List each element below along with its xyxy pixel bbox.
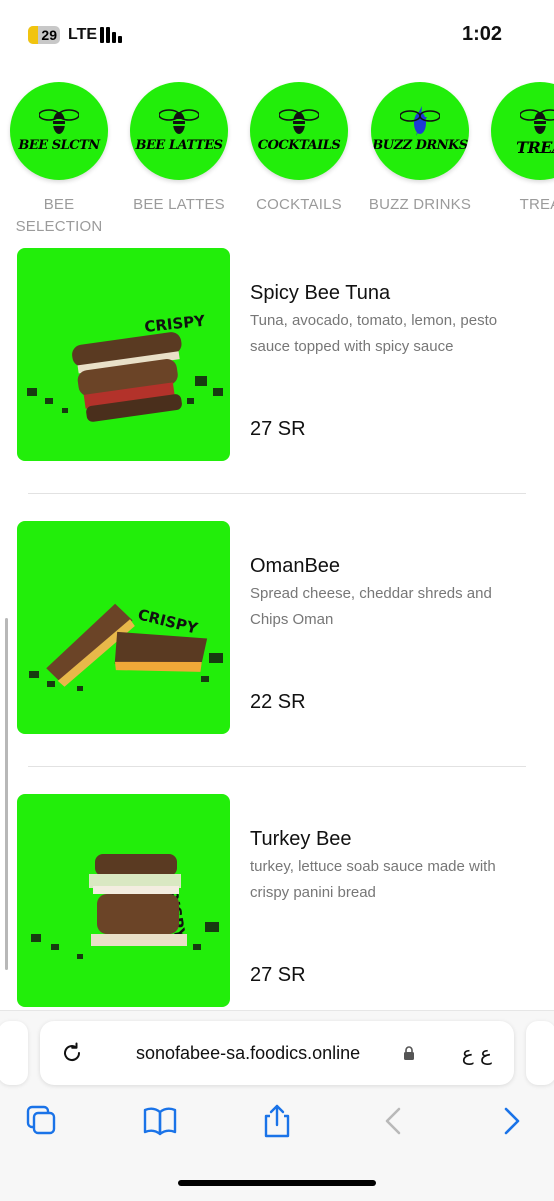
category-logo: TREA — [491, 82, 554, 180]
share-icon[interactable] — [259, 1103, 295, 1139]
bee-icon — [39, 109, 79, 134]
bee-icon — [520, 109, 554, 134]
reload-icon[interactable] — [60, 1041, 84, 1065]
category-buzz-drinks[interactable]: BUZZ DRNKS BUZZ DRINKS — [360, 82, 480, 216]
product-name: Spicy Bee Tuna — [250, 282, 391, 304]
category-logo: BEE SLCTN — [10, 82, 108, 180]
category-label: BUZZ DRINKS — [368, 196, 472, 213]
product-description: turkey, lettuce soab sauce made with cri… — [250, 858, 496, 901]
category-label: TREA — [519, 196, 554, 213]
network-type: LTE — [68, 26, 98, 43]
home-indicator[interactable] — [178, 1180, 376, 1186]
category-logo: BUZZ DRNKS — [371, 82, 469, 180]
product-price: 22 SR — [250, 691, 306, 713]
product-name: OmanBee — [250, 555, 341, 577]
product-image[interactable]: CRISPY — [17, 794, 230, 1007]
address-bar[interactable]: sonofabee-sa.foodics.online ع ع — [40, 1021, 514, 1085]
category-logo-text: BUZZ DRNKS — [372, 138, 468, 153]
back-icon[interactable] — [375, 1103, 411, 1139]
sandwich-image: CRISPY — [29, 603, 223, 691]
tabs-icon[interactable] — [24, 1103, 60, 1139]
product-description: Tuna, avocado, tomato, lemon, pesto sauc… — [250, 312, 498, 355]
sandwich-image: CRISPY — [31, 854, 219, 959]
bookmarks-icon[interactable] — [142, 1103, 178, 1139]
divider — [28, 493, 526, 494]
forward-icon[interactable] — [494, 1103, 530, 1139]
category-logo-text: BEE SLCTN — [18, 138, 100, 153]
category-logo: COCKTAILS — [250, 82, 348, 180]
category-label: BEE LATTES — [133, 196, 225, 213]
language-button[interactable]: ع ع — [462, 1041, 492, 1065]
sandwich-image: CRISPY — [27, 312, 223, 422]
category-logo-text: BEE LATTES — [135, 138, 223, 153]
product-image[interactable]: CRISPY — [17, 248, 230, 461]
category-label: COCKTAILS — [256, 196, 342, 213]
next-tab-preview[interactable] — [526, 1021, 554, 1085]
scroll-indicator[interactable] — [5, 618, 8, 970]
category-bee-selection[interactable]: BEE SLCTN BEE SELECTION — [0, 82, 119, 238]
url-text[interactable]: sonofabee-sa.foodics.online — [136, 1043, 360, 1064]
product-name: Turkey Bee — [250, 828, 352, 850]
product-image[interactable]: CRISPY — [17, 521, 230, 734]
product-price: 27 SR — [250, 418, 306, 440]
category-label: BEE SELECTION — [15, 196, 103, 235]
clock: 1:02 — [461, 23, 502, 45]
category-bee-lattes[interactable]: BEE LATTES BEE LATTES — [119, 82, 239, 216]
previous-tab-preview[interactable] — [0, 1021, 28, 1085]
bee-icon — [279, 109, 319, 134]
bee-icon — [159, 109, 199, 134]
divider — [28, 766, 526, 767]
image-caption: CRISPY — [136, 605, 200, 637]
category-logo: BEE LATTES — [130, 82, 228, 180]
category-cocktails[interactable]: COCKTAILS COCKTAILS — [239, 82, 359, 216]
product-price: 27 SR — [250, 964, 306, 986]
browser-toolbar: sonofabee-sa.foodics.online ع ع — [0, 1010, 554, 1201]
image-caption: CRISPY — [144, 312, 207, 336]
signal-icon — [100, 27, 126, 43]
lock-icon — [404, 1046, 414, 1060]
battery-level: 29 — [41, 27, 57, 43]
product-description: Spread cheese, cheddar shreds and Chips … — [250, 585, 492, 628]
category-treats[interactable]: TREA TREA — [480, 82, 554, 216]
category-logo-text: TREA — [516, 138, 554, 157]
lightning-bee-icon — [400, 106, 440, 136]
category-logo-text: COCKTAILS — [257, 138, 341, 153]
battery-icon: 29 — [28, 26, 60, 44]
status-bar: 29 LTE 1:02 — [0, 0, 554, 70]
category-carousel[interactable]: BEE SLCTN BEE SELECTION BEE LATTES BEE L… — [0, 82, 554, 252]
